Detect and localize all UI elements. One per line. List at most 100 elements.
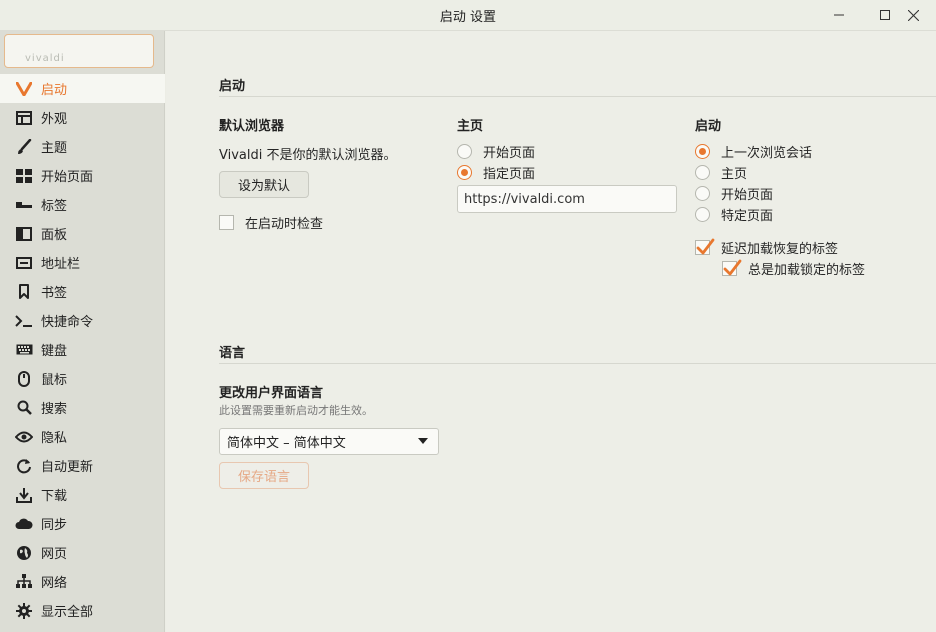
keyboard-icon xyxy=(15,341,33,359)
radio-button[interactable] xyxy=(457,143,472,159)
sidebar-item-panels[interactable]: 面板 xyxy=(0,219,165,248)
lazy-load-label: 延迟加载恢复的标签 xyxy=(721,241,839,257)
sidebar-item-startup[interactable]: 启动 xyxy=(0,74,165,103)
startup-option-homepage[interactable]: 主页 xyxy=(695,162,747,182)
check-on-startup-option[interactable]: 在启动时检查 xyxy=(219,212,323,232)
startup-option-specific-pages[interactable]: 特定页面 xyxy=(695,204,773,224)
sidebar-item-search[interactable]: 搜索 xyxy=(0,393,165,422)
tabs-icon xyxy=(15,196,33,214)
minimize-button[interactable] xyxy=(816,0,862,30)
sidebar-item-label: 书签 xyxy=(41,286,68,301)
settings-sidebar: vivaldi 启动 外观 主题 开始页面 标签 面板 地址栏 书签 快捷命令 … xyxy=(0,31,165,632)
globe-icon xyxy=(15,544,33,562)
radio-label: 开始页面 xyxy=(721,187,774,203)
startup-with-title: 启动 xyxy=(695,119,722,134)
sidebar-item-network[interactable]: 网络 xyxy=(0,567,165,596)
sidebar-item-sync[interactable]: 同步 xyxy=(0,509,165,538)
radio-label: 指定页面 xyxy=(483,166,536,182)
network-icon xyxy=(15,573,33,591)
close-button[interactable] xyxy=(890,0,936,30)
radio-label: 主页 xyxy=(721,166,748,182)
dropdown-arrow-icon xyxy=(418,438,428,444)
sidebar-item-address-bar[interactable]: 地址栏 xyxy=(0,248,165,277)
check-on-startup-checkbox[interactable] xyxy=(219,214,234,230)
language-section-title: 语言 xyxy=(219,346,246,361)
radio-button[interactable] xyxy=(695,164,710,180)
homepage-option-specific-page[interactable]: 指定页面 xyxy=(457,162,535,182)
brush-icon xyxy=(15,138,33,156)
sidebar-item-label: 同步 xyxy=(41,518,68,533)
sidebar-item-quick-commands[interactable]: 快捷命令 xyxy=(0,306,165,335)
radio-button[interactable] xyxy=(457,164,472,180)
sidebar-item-label: 主题 xyxy=(41,141,68,156)
sidebar-item-privacy[interactable]: 隐私 xyxy=(0,422,165,451)
sidebar-item-mouse[interactable]: 鼠标 xyxy=(0,364,165,393)
sidebar-item-label: 下载 xyxy=(41,489,68,504)
sidebar-item-tabs[interactable]: 标签 xyxy=(0,190,165,219)
sidebar-item-themes[interactable]: 主题 xyxy=(0,132,165,161)
sidebar-item-appearance[interactable]: 外观 xyxy=(0,103,165,132)
maximize-icon xyxy=(880,10,890,20)
set-default-button[interactable]: 设为默认 xyxy=(219,171,309,198)
window-title: 启动 设置 xyxy=(439,10,497,25)
address-bar-icon xyxy=(15,254,33,272)
sidebar-item-label: 外观 xyxy=(41,112,68,127)
checkmark-icon xyxy=(696,238,715,254)
sidebar-item-updates[interactable]: 自动更新 xyxy=(0,451,165,480)
sidebar-item-start-page[interactable]: 开始页面 xyxy=(0,161,165,190)
radio-button[interactable] xyxy=(695,185,710,201)
sidebar-item-label: 启动 xyxy=(41,83,68,98)
refresh-icon xyxy=(15,457,33,475)
sidebar-item-label: 显示全部 xyxy=(41,605,94,620)
ui-language-title: 更改用户界面语言 xyxy=(219,386,324,401)
sidebar-item-keyboard[interactable]: 键盘 xyxy=(0,335,165,364)
sidebar-item-bookmarks[interactable]: 书签 xyxy=(0,277,165,306)
lazy-load-option[interactable]: 延迟加载恢复的标签 xyxy=(695,237,838,257)
close-icon xyxy=(907,9,919,21)
bookmark-icon xyxy=(15,283,33,301)
search-icon xyxy=(15,399,33,417)
settings-content: 启动 默认浏览器 Vivaldi 不是你的默认浏览器。 设为默认 在启动时检查 … xyxy=(166,31,936,632)
search-text: vivaldi xyxy=(25,53,65,64)
section-divider xyxy=(219,363,936,364)
minimize-icon xyxy=(834,14,844,16)
sidebar-item-label: 鼠标 xyxy=(41,373,68,388)
quick-command-icon xyxy=(15,312,33,330)
default-browser-title: 默认浏览器 xyxy=(219,119,285,134)
language-select[interactable]: 简体中文 – 简体中文 xyxy=(219,428,439,455)
radio-button[interactable] xyxy=(695,143,710,159)
cloud-icon xyxy=(15,515,33,533)
sidebar-item-label: 网页 xyxy=(41,547,68,562)
startup-option-start-page[interactable]: 开始页面 xyxy=(695,183,773,203)
sidebar-item-label: 网络 xyxy=(41,576,68,591)
startup-option-last-session[interactable]: 上一次浏览会话 xyxy=(695,141,812,161)
sidebar-item-label: 键盘 xyxy=(41,344,68,359)
always-load-pinned-option[interactable]: 总是加载锁定的标签 xyxy=(722,258,865,278)
sidebar-item-label: 自动更新 xyxy=(41,460,94,475)
radio-label: 上一次浏览会话 xyxy=(721,145,813,161)
lazy-load-checkbox[interactable] xyxy=(695,238,715,255)
sidebar-item-show-all[interactable]: 显示全部 xyxy=(0,596,165,625)
check-on-startup-label: 在启动时检查 xyxy=(245,216,324,232)
radio-button[interactable] xyxy=(695,206,710,222)
window-icon xyxy=(15,109,33,127)
settings-search-input[interactable]: vivaldi xyxy=(4,34,154,68)
homepage-url-input[interactable] xyxy=(457,185,677,213)
homepage-title: 主页 xyxy=(457,119,484,134)
section-divider xyxy=(219,96,936,97)
always-load-pinned-checkbox[interactable] xyxy=(722,259,742,276)
homepage-option-start-page[interactable]: 开始页面 xyxy=(457,141,535,161)
radio-label: 开始页面 xyxy=(483,145,536,161)
checkmark-icon xyxy=(723,259,742,275)
sidebar-item-label: 快捷命令 xyxy=(41,315,94,330)
save-language-button[interactable]: 保存语言 xyxy=(219,462,309,489)
panel-icon xyxy=(15,225,33,243)
sidebar-item-label: 开始页面 xyxy=(41,170,94,185)
radio-label: 特定页面 xyxy=(721,208,774,224)
download-icon xyxy=(15,486,33,504)
sidebar-item-downloads[interactable]: 下载 xyxy=(0,480,165,509)
sidebar-item-label: 面板 xyxy=(41,228,68,243)
eye-icon xyxy=(15,428,33,446)
sidebar-item-webpages[interactable]: 网页 xyxy=(0,538,165,567)
sidebar-item-label: 标签 xyxy=(41,199,68,214)
